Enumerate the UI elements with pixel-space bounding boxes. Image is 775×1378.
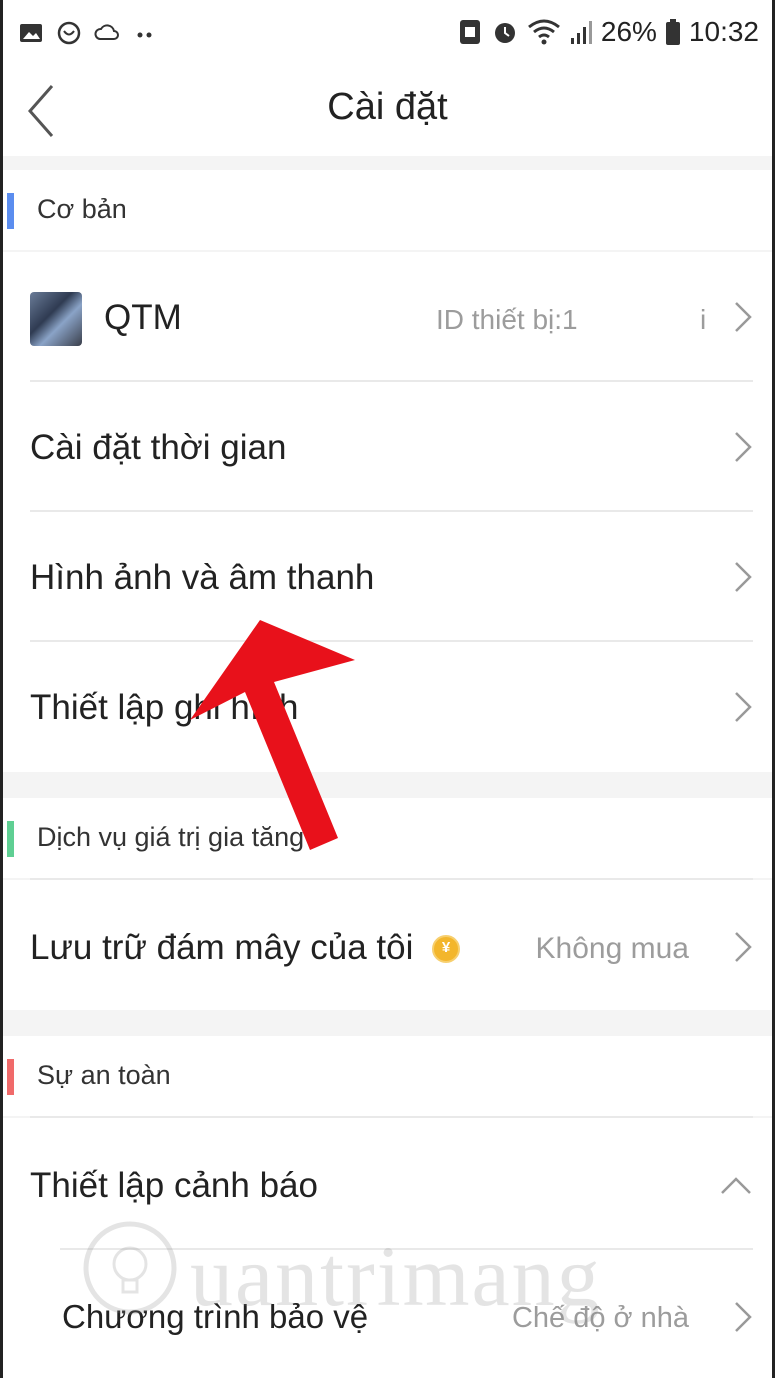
- chevron-right-icon: [735, 432, 752, 462]
- chat-icon: [57, 21, 81, 45]
- gallery-icon: [20, 24, 42, 42]
- section-header-value-added: Dịch vụ giá trị gia tăng: [0, 798, 775, 880]
- record-settings-row[interactable]: Thiết lập ghi hình: [0, 642, 775, 772]
- chevron-up-icon: [721, 1177, 751, 1194]
- page-title: Cài đặt: [327, 86, 448, 128]
- chevron-right-icon: [735, 932, 752, 962]
- section-label: Sự an toàn: [37, 1060, 171, 1090]
- cloud-storage-label: Lưu trữ đám mây của tôi: [30, 928, 414, 967]
- cloud-icon: [94, 24, 119, 40]
- chevron-right-icon: [735, 302, 752, 332]
- alert-settings-label: Thiết lập cảnh báo: [30, 1166, 318, 1205]
- wifi-icon: [527, 19, 560, 45]
- cloud-storage-row[interactable]: Lưu trữ đám mây của tôi ¥ Không mua: [0, 880, 775, 1010]
- section-label: Cơ bản: [37, 194, 127, 224]
- watermark-text: uantrimang: [190, 1228, 602, 1324]
- section-accent-bar: [7, 1059, 14, 1095]
- time-settings-label: Cài đặt thời gian: [30, 428, 287, 467]
- status-bar: 26% 10:32: [0, 0, 775, 64]
- section-accent-bar: [7, 821, 14, 857]
- signal-icon: [570, 21, 592, 44]
- sim-icon: [459, 20, 480, 44]
- device-row[interactable]: QTM ID thiết bị:1 i: [0, 252, 775, 382]
- time-settings-row[interactable]: Cài đặt thời gian: [0, 382, 775, 512]
- image-sound-label: Hình ảnh và âm thanh: [30, 558, 375, 597]
- device-id-tail: i: [700, 304, 707, 335]
- cloud-storage-value: Không mua: [535, 932, 689, 965]
- lightbulb-logo: [83, 1221, 177, 1315]
- section-header-basic: Cơ bản: [0, 170, 775, 250]
- alarm-icon: [494, 23, 515, 43]
- status-notifications: [18, 18, 158, 48]
- status-system: 26% 10:32: [457, 14, 759, 50]
- more-icon: [137, 32, 152, 38]
- annotation-arrow: [190, 620, 355, 850]
- coin-icon: ¥: [432, 935, 460, 963]
- app-header: Cài đặt: [0, 64, 775, 156]
- device-name: QTM: [104, 298, 182, 337]
- battery-percent: 26%: [600, 16, 657, 47]
- chevron-right-icon: [735, 562, 752, 592]
- coin-symbol: ¥: [441, 939, 451, 956]
- device-thumbnail: [30, 292, 82, 346]
- device-id: ID thiết bị:1: [436, 304, 578, 335]
- chevron-right-icon: [735, 1302, 752, 1332]
- watermark: uantrimang: [80, 1218, 700, 1328]
- chevron-right-icon: [735, 692, 752, 722]
- image-sound-row[interactable]: Hình ảnh và âm thanh: [0, 512, 775, 642]
- clock: 10:32: [688, 16, 759, 47]
- battery-icon: [665, 19, 680, 45]
- section-header-safety: Sự an toàn: [0, 1036, 775, 1118]
- section-accent-bar: [7, 193, 14, 229]
